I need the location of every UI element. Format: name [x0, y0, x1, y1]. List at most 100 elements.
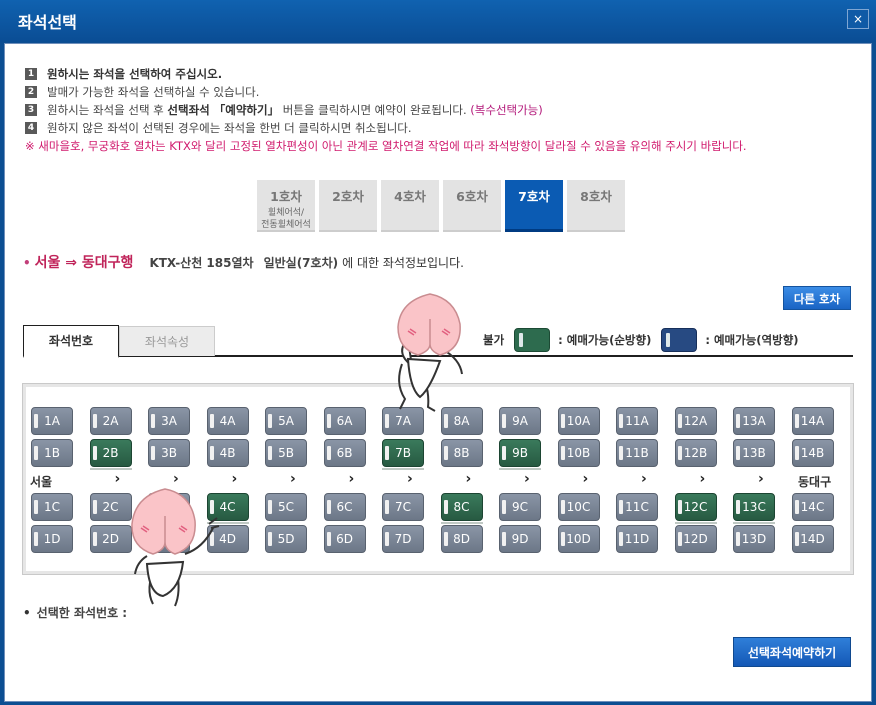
reverse-seat-icon [661, 328, 698, 352]
seat-6B[interactable]: 6B [323, 439, 366, 467]
legend-unavailable: 불가 [483, 333, 505, 347]
seat-14D[interactable]: 14D [791, 525, 834, 553]
direction-arrow: › [231, 471, 238, 487]
seat-12A[interactable]: 12A [674, 407, 717, 435]
direction-arrow: › [290, 471, 296, 487]
seat-8B[interactable]: 8B [440, 439, 483, 467]
seat-13A[interactable]: 13A [733, 407, 775, 435]
seat-8C[interactable]: 8C [440, 493, 483, 524]
seat-10C[interactable]: 10C [557, 493, 600, 521]
direction-arrow: › [173, 471, 179, 487]
seat-13D[interactable]: 13D [733, 525, 775, 553]
window-title: 좌석선택 [18, 13, 77, 32]
seat-7C[interactable]: 7C [382, 493, 424, 521]
seat-10A[interactable]: 10A [557, 407, 600, 435]
direction-arrow: › [524, 471, 530, 487]
seat-7D[interactable]: 7D [382, 525, 424, 553]
seat-12B[interactable]: 12B [674, 439, 717, 467]
seat-2D[interactable]: 2D [89, 525, 132, 553]
seat-legend: 불가 : 예매가능(순방향) : 예매가능(역방향) [483, 328, 799, 352]
seat-9C[interactable]: 9C [499, 493, 541, 521]
seat-8A[interactable]: 8A [440, 407, 483, 435]
seat-1A[interactable]: 1A [31, 407, 73, 435]
seat-6C[interactable]: 6C [323, 493, 366, 521]
instruction-1: 1 원하시는 좌석을 선택하여 주십시오. [25, 65, 865, 83]
seat-2B[interactable]: 2B [89, 439, 132, 470]
direction-arrow: › [641, 471, 647, 487]
direction-arrow: › [348, 471, 355, 487]
instruction-4: 4 원하지 않은 좌석이 선택된 경우에는 좌석을 한번 더 클릭하시면 취소됩니… [25, 119, 865, 137]
car-class: 일반실(7호차) [263, 256, 339, 270]
other-car-button[interactable]: 다른 호차 [783, 286, 851, 310]
seat-2C[interactable]: 2C [89, 493, 132, 521]
seat-3C[interactable]: 3C [148, 493, 190, 521]
car-tab-7[interactable]: 7호차 [505, 180, 563, 232]
seat-14C[interactable]: 14C [791, 493, 834, 521]
instructions: 1 원하시는 좌석을 선택하여 주십시오. 2 발매가 가능한 좌석을 선택하실 수… [25, 65, 865, 155]
seat-1C[interactable]: 1C [31, 493, 73, 521]
seat-5C[interactable]: 5C [265, 493, 307, 521]
seat-4D[interactable]: 4D [206, 525, 249, 553]
station-to: 동대구 [798, 475, 832, 489]
car-tab-4[interactable]: 4호차 [381, 180, 439, 232]
seat-10B[interactable]: 10B [557, 439, 600, 467]
direction-arrow: › [758, 471, 764, 487]
seat-11B[interactable]: 11B [616, 439, 658, 467]
seat-11C[interactable]: 11C [616, 493, 658, 521]
seat-4B[interactable]: 4B [206, 439, 249, 467]
seat-9D[interactable]: 9D [499, 525, 541, 553]
step-number: 2 [25, 86, 37, 98]
close-button[interactable]: × [847, 9, 869, 29]
seat-14B[interactable]: 14B [791, 439, 834, 467]
seat-1B[interactable]: 1B [31, 439, 73, 467]
step-number: 1 [25, 68, 37, 80]
seat-5D[interactable]: 5D [265, 525, 307, 553]
seat-11A[interactable]: 11A [616, 407, 658, 435]
route-name: 서울 ⇒ 동대구행 [34, 255, 134, 271]
seat-11D[interactable]: 11D [616, 525, 658, 553]
seat-13C[interactable]: 13C [733, 493, 775, 524]
seat-3D[interactable]: 3D [148, 525, 190, 553]
car-tab-8[interactable]: 8호차 [567, 180, 625, 232]
seat-10D[interactable]: 10D [557, 525, 600, 553]
direction-arrow: › [465, 471, 472, 487]
seat-12D[interactable]: 12D [674, 525, 717, 553]
car-tabs: 1호차 휠체어석/ 전동휠체어석 2호차 4호차 6호차 7호차 8호차 [257, 180, 625, 232]
direction-arrow: › [114, 471, 121, 487]
seat-6D[interactable]: 6D [323, 525, 366, 553]
seat-9A[interactable]: 9A [499, 407, 541, 435]
seat-map: 서울 동대구 1A 2A 3A 4A 5A 6A 7A 8A 9A 10A 11A 12A 13A 14A… [22, 383, 854, 575]
tab-seat-attribute[interactable]: 좌석속성 [119, 326, 215, 356]
direction-arrow: › [582, 471, 589, 487]
car-tab-1[interactable]: 1호차 휠체어석/ 전동휠체어석 [257, 180, 315, 232]
seat-5B[interactable]: 5B [265, 439, 307, 467]
seat-2A[interactable]: 2A [89, 407, 132, 435]
seat-6A[interactable]: 6A [323, 407, 366, 435]
seat-14A[interactable]: 14A [791, 407, 834, 435]
seat-8D[interactable]: 8D [440, 525, 483, 553]
seat-5A[interactable]: 5A [265, 407, 307, 435]
seat-4C[interactable]: 4C [206, 493, 249, 524]
car-tab-2[interactable]: 2호차 [319, 180, 377, 232]
seat-1D[interactable]: 1D [31, 525, 73, 553]
legend-forward: : 예매가능(순방향) [558, 333, 652, 347]
route-info: • 서울 ⇒ 동대구행 KTX-산천 185열차 일반실(7호차) 에 대한 좌석정보입… [23, 255, 464, 271]
seat-9B[interactable]: 9B [499, 439, 541, 470]
reserve-selected-button[interactable]: 선택좌석예약하기 [733, 637, 851, 667]
seat-13B[interactable]: 13B [733, 439, 775, 467]
seat-4A[interactable]: 4A [206, 407, 249, 435]
instruction-3: 3 원하시는 좌석을 선택 후 선택좌석 「예약하기」 버튼을 클릭하시면 예약이… [25, 101, 865, 119]
direction-arrow: › [699, 471, 706, 487]
tab-seat-number[interactable]: 좌석번호 [23, 325, 119, 358]
warning-text: ※ 새마을호, 무궁화호 열차는 KTX와 달리 고정된 열차편성이 아닌 관계… [25, 139, 747, 153]
seat-7B[interactable]: 7B [382, 439, 424, 470]
direction-arrow: › [407, 471, 413, 487]
seat-7A[interactable]: 7A [382, 407, 424, 435]
instruction-2: 2 발매가 가능한 좌석을 선택하실 수 있습니다. [25, 83, 865, 101]
car-tab-6[interactable]: 6호차 [443, 180, 501, 232]
forward-seat-icon [514, 328, 551, 352]
seat-3B[interactable]: 3B [148, 439, 190, 467]
seat-3A[interactable]: 3A [148, 407, 190, 435]
step-number: 4 [25, 122, 37, 134]
seat-12C[interactable]: 12C [674, 493, 717, 524]
